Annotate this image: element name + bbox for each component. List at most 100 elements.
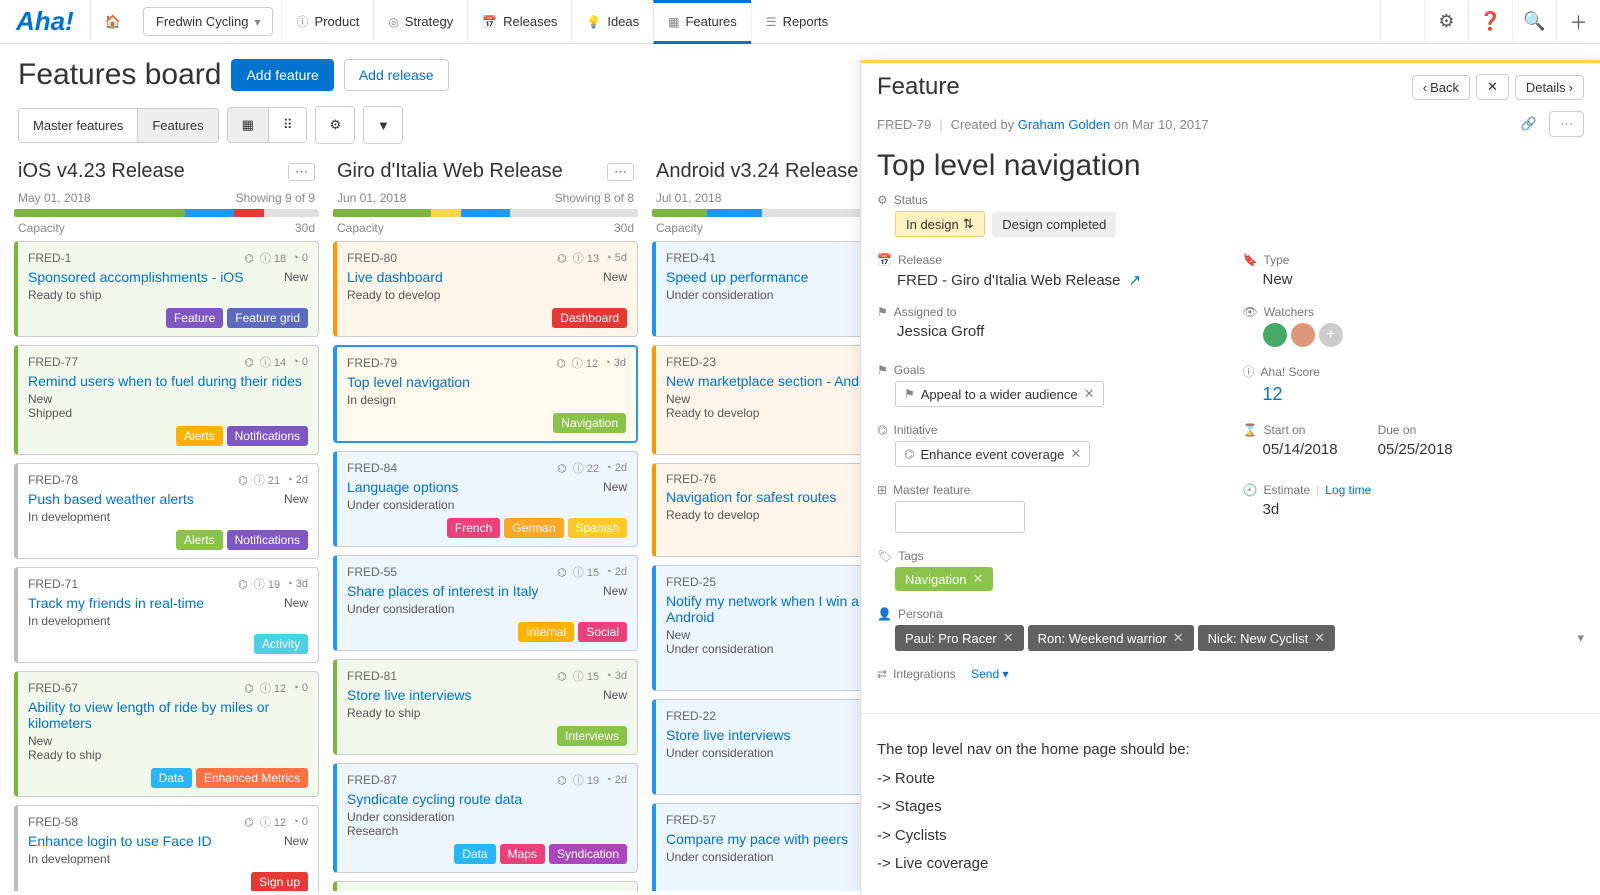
tag[interactable]: Enhanced Metrics bbox=[196, 768, 308, 788]
tag[interactable]: Syndication bbox=[549, 844, 627, 864]
more-menu[interactable]: ⋯ bbox=[1549, 111, 1584, 137]
persona-chip[interactable]: Nick: New Cyclist ✕ bbox=[1198, 625, 1335, 651]
card-title[interactable]: Remind users when to fuel during their r… bbox=[28, 373, 302, 389]
tag[interactable]: Dashboard bbox=[552, 308, 627, 328]
settings-button[interactable]: ⚙ bbox=[315, 106, 355, 144]
status-select[interactable]: In design ⇅ bbox=[895, 211, 985, 237]
nav-home-icon[interactable]: 🏠 bbox=[90, 0, 135, 44]
send-link[interactable]: Send ▾ bbox=[971, 667, 1008, 681]
layout-grid-icon[interactable]: ⠿ bbox=[268, 108, 307, 142]
card-title[interactable]: Syndicate cycling route data bbox=[347, 791, 522, 807]
nav-product[interactable]: ⓘProduct bbox=[281, 0, 373, 44]
tag[interactable]: Feature grid bbox=[227, 308, 308, 328]
card-title[interactable]: Store live interviews bbox=[666, 727, 791, 743]
details-button[interactable]: Details› bbox=[1515, 75, 1584, 100]
goal-chip[interactable]: ⚑Appeal to a wider audience ✕ bbox=[895, 381, 1104, 407]
settings-icon[interactable]: ⚙ bbox=[1424, 0, 1468, 44]
initiative-chip[interactable]: ⌬Enhance event coverage ✕ bbox=[895, 441, 1090, 467]
tag-chip[interactable]: Navigation ✕ bbox=[895, 567, 993, 591]
start-date[interactable]: 05/14/2018 bbox=[1243, 441, 1338, 458]
watcher-avatar[interactable] bbox=[1263, 323, 1287, 347]
remove-icon[interactable]: ✕ bbox=[1084, 386, 1095, 402]
nav-reports[interactable]: ☰Reports bbox=[751, 0, 842, 44]
tag[interactable]: Interviews bbox=[557, 726, 627, 746]
help-icon[interactable]: ❓ bbox=[1468, 0, 1512, 44]
persona-chip[interactable]: Paul: Pro Racer ✕ bbox=[895, 625, 1024, 651]
search-icon[interactable]: 🔍 bbox=[1512, 0, 1556, 44]
card-title[interactable]: Live dashboard bbox=[347, 269, 443, 285]
log-time-link[interactable]: Log time bbox=[1325, 483, 1371, 497]
workspace-selector[interactable]: Fredwin Cycling ▾ bbox=[143, 7, 274, 36]
master-feature-input[interactable] bbox=[895, 501, 1025, 533]
due-date[interactable]: 05/25/2018 bbox=[1378, 441, 1453, 458]
remove-icon[interactable]: ✕ bbox=[1173, 630, 1184, 646]
link-icon[interactable]: 🔗 bbox=[1521, 116, 1537, 132]
tag[interactable]: Internal bbox=[518, 622, 574, 642]
card-title[interactable]: Ability to view length of ride by miles … bbox=[28, 699, 308, 731]
card-title[interactable]: New marketplace section - Andro bbox=[666, 373, 871, 389]
tab-master-features[interactable]: Master features bbox=[19, 109, 137, 142]
feature-card[interactable]: FRED-81⌬ⓘ 15◔ 3d Store live interviewsNe… bbox=[333, 659, 638, 755]
chevron-down-icon[interactable]: ▾ bbox=[1577, 630, 1584, 646]
tag[interactable]: Feature bbox=[166, 308, 223, 328]
tag[interactable]: Notifications bbox=[227, 426, 308, 446]
nav-strategy[interactable]: ◎Strategy bbox=[373, 0, 467, 44]
created-by-link[interactable]: Graham Golden bbox=[1018, 117, 1111, 132]
tag[interactable]: Activity bbox=[254, 634, 308, 654]
feature-card[interactable]: FRED-67⌬ⓘ 12◔ 0 Ability to view length o… bbox=[14, 671, 319, 797]
tag[interactable]: Data bbox=[454, 844, 495, 864]
card-title[interactable]: Compare my pace with peers bbox=[666, 831, 848, 847]
user-avatar[interactable] bbox=[1380, 0, 1424, 44]
remove-icon[interactable]: ✕ bbox=[1003, 630, 1014, 646]
card-title[interactable]: Store live interviews bbox=[347, 687, 472, 703]
add-release-button[interactable]: Add release bbox=[344, 59, 449, 91]
feature-card[interactable]: FRED-1⌬ⓘ 18◔ 0 Sponsored accomplishments… bbox=[14, 241, 319, 337]
card-title[interactable]: Sponsored accomplishments - iOS bbox=[28, 269, 244, 285]
card-title[interactable]: Enhance login to use Face ID bbox=[28, 833, 212, 849]
status-action-button[interactable]: Design completed bbox=[992, 212, 1116, 237]
tag[interactable]: Sign up bbox=[251, 872, 308, 891]
release-value[interactable]: FRED - Giro d'Italia Web Release bbox=[897, 272, 1121, 289]
layout-board-icon[interactable]: ▦ bbox=[228, 108, 268, 142]
feature-card[interactable]: FRED-80⌬ⓘ 13◔ 5d Live dashboardNew Ready… bbox=[333, 241, 638, 337]
feature-card[interactable]: FRED-78⌬ⓘ 21◔ 2d Push based weather aler… bbox=[14, 463, 319, 559]
add-watcher-button[interactable]: + bbox=[1319, 323, 1343, 347]
tag[interactable]: Social bbox=[578, 622, 627, 642]
tag[interactable]: Data bbox=[151, 768, 192, 788]
nav-releases[interactable]: 📅Releases bbox=[467, 0, 571, 44]
feature-card[interactable]: FRED-79⌬ⓘ 12◔ 3d Top level navigation In… bbox=[333, 345, 638, 443]
card-title[interactable]: Track my friends in real-time bbox=[28, 595, 204, 611]
tag[interactable]: Spanish bbox=[568, 518, 627, 538]
tag[interactable]: German bbox=[504, 518, 563, 538]
column-menu[interactable]: ⋯ bbox=[288, 163, 315, 181]
tag[interactable]: Navigation bbox=[553, 413, 626, 433]
tag[interactable]: Alerts bbox=[176, 426, 223, 446]
card-title[interactable]: Share places of interest in Italy bbox=[347, 583, 538, 599]
tab-features[interactable]: Features bbox=[137, 109, 217, 142]
remove-icon[interactable]: ✕ bbox=[1070, 446, 1081, 462]
card-title[interactable]: Language options bbox=[347, 479, 458, 495]
feature-card[interactable]: FRED-84⌬ⓘ 22◔ 2d Language optionsNew Und… bbox=[333, 451, 638, 547]
watcher-avatar[interactable] bbox=[1291, 323, 1315, 347]
type-value[interactable]: New bbox=[1243, 271, 1585, 288]
tag[interactable]: Alerts bbox=[176, 530, 223, 550]
add-feature-button[interactable]: Add feature bbox=[231, 59, 333, 91]
feature-title[interactable]: Top level navigation bbox=[861, 145, 1600, 193]
remove-icon[interactable]: ✕ bbox=[1314, 630, 1325, 646]
nav-features[interactable]: ▦Features bbox=[653, 0, 751, 44]
add-icon[interactable]: ＋ bbox=[1556, 0, 1600, 44]
column-menu[interactable]: ⋯ bbox=[607, 163, 634, 181]
tag[interactable]: French bbox=[447, 518, 500, 538]
tag[interactable]: Maps bbox=[500, 844, 545, 864]
filter-button[interactable]: ▼ bbox=[363, 106, 403, 144]
card-title[interactable]: Navigation for safest routes bbox=[666, 489, 836, 505]
feature-card[interactable]: FRED-77⌬ⓘ 14◔ 0 Remind users when to fue… bbox=[14, 345, 319, 455]
assigned-value[interactable]: Jessica Groff bbox=[877, 323, 1219, 340]
estimate-value[interactable]: 3d bbox=[1243, 501, 1585, 518]
card-title[interactable]: Top level navigation bbox=[347, 374, 470, 390]
close-button[interactable]: ✕ bbox=[1476, 74, 1509, 100]
nav-ideas[interactable]: 💡Ideas bbox=[571, 0, 653, 44]
tag[interactable]: Notifications bbox=[227, 530, 308, 550]
feature-card[interactable]: FRED-83⌬ⓘ 18◔ 0 Highlight tour stagesNew… bbox=[333, 881, 638, 891]
score-value[interactable]: 12 bbox=[1243, 384, 1585, 405]
